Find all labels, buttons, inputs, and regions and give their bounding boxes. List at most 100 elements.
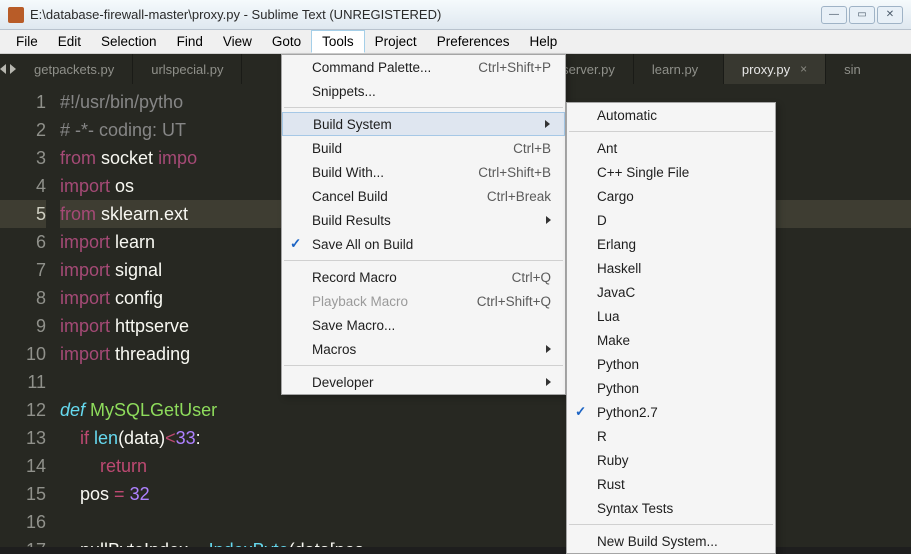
menu-item-label: Cargo <box>597 189 761 204</box>
window-title: E:\database-firewall-master\proxy.py - S… <box>30 7 821 22</box>
shortcut-label: Ctrl+Shift+P <box>478 60 551 75</box>
line-number: 10 <box>0 340 46 368</box>
build-system-item[interactable]: R <box>567 424 775 448</box>
tab-label: sin <box>844 62 861 77</box>
maximize-button[interactable]: ▭ <box>849 6 875 24</box>
menu-item-label: Automatic <box>597 108 761 123</box>
minimize-button[interactable]: — <box>821 6 847 24</box>
tools-menu-item[interactable]: Command Palette...Ctrl+Shift+P <box>282 55 565 79</box>
menu-item-label: Save All on Build <box>312 237 551 252</box>
tools-menu-item[interactable]: Cancel BuildCtrl+Break <box>282 184 565 208</box>
line-number: 11 <box>0 368 46 396</box>
tab-urlspecial.py[interactable]: urlspecial.py <box>133 54 242 84</box>
app-icon <box>8 7 24 23</box>
tools-menu-dropdown: Command Palette...Ctrl+Shift+P Snippets..… <box>281 54 566 395</box>
menu-item-label: Ruby <box>597 453 761 468</box>
tab-nav-arrows[interactable] <box>0 54 16 84</box>
tools-menu-item: Playback Macro Ctrl+Shift+Q <box>282 289 565 313</box>
build-system-item[interactable]: New Build System... <box>567 529 775 553</box>
tools-menu-item[interactable]: Save Macro... <box>282 313 565 337</box>
shortcut-label: Ctrl+Break <box>487 189 551 204</box>
menu-item-label: Playback Macro <box>312 294 447 309</box>
close-icon[interactable]: × <box>800 62 807 76</box>
menu-preferences[interactable]: Preferences <box>427 30 520 53</box>
build-system-item[interactable]: Lua <box>567 304 775 328</box>
menu-help[interactable]: Help <box>520 30 568 53</box>
line-number: 2 <box>0 116 46 144</box>
code-line[interactable]: nullByteIndex = IndexByte(data[pos <box>60 536 911 547</box>
menu-separator <box>284 260 563 261</box>
menu-tools[interactable]: Tools <box>311 30 365 53</box>
menu-item-label: Python2.7 <box>597 405 761 420</box>
tools-menu-item[interactable]: Developer <box>282 370 565 394</box>
tab-getpackets.py[interactable]: getpackets.py <box>16 54 133 84</box>
build-system-item[interactable]: Ant <box>567 136 775 160</box>
tools-menu-item[interactable]: BuildCtrl+B <box>282 136 565 160</box>
menu-item-label: Save Macro... <box>312 318 551 333</box>
build-system-item[interactable]: Rust <box>567 472 775 496</box>
build-system-item[interactable]: Python <box>567 376 775 400</box>
line-number: 15 <box>0 480 46 508</box>
submenu-arrow-icon <box>546 345 551 353</box>
menu-goto[interactable]: Goto <box>262 30 311 53</box>
code-line[interactable]: return <box>60 452 911 480</box>
menu-view[interactable]: View <box>213 30 262 53</box>
menu-selection[interactable]: Selection <box>91 30 167 53</box>
tools-menu-item[interactable]: Record MacroCtrl+Q <box>282 265 565 289</box>
line-number: 8 <box>0 284 46 312</box>
menu-item-label: D <box>597 213 761 228</box>
build-system-item[interactable]: ✓Python2.7 <box>567 400 775 424</box>
build-system-item[interactable]: Cargo <box>567 184 775 208</box>
build-system-item[interactable]: Automatic <box>567 103 775 127</box>
tools-menu-item[interactable]: ✓Save All on Build <box>282 232 565 256</box>
code-line[interactable]: if len(data)<33: <box>60 424 911 452</box>
build-system-item[interactable]: D <box>567 208 775 232</box>
code-line[interactable]: pos = 32 <box>60 480 911 508</box>
build-system-item[interactable]: Make <box>567 328 775 352</box>
tools-menu-item[interactable]: Build Results <box>282 208 565 232</box>
build-system-item[interactable]: Ruby <box>567 448 775 472</box>
menu-item-label: Haskell <box>597 261 761 276</box>
menu-find[interactable]: Find <box>167 30 213 53</box>
menu-item-label: C++ Single File <box>597 165 761 180</box>
menubar: FileEditSelectionFindViewGotoToolsProjec… <box>0 30 911 54</box>
menu-item-label: Build With... <box>312 165 448 180</box>
tab-sin[interactable]: sin <box>826 54 911 84</box>
line-number: 4 <box>0 172 46 200</box>
build-system-item[interactable]: Haskell <box>567 256 775 280</box>
menu-item-label: Snippets... <box>312 84 551 99</box>
menu-separator <box>284 107 563 108</box>
build-system-item[interactable]: C++ Single File <box>567 160 775 184</box>
submenu-arrow-icon <box>545 120 550 128</box>
menu-project[interactable]: Project <box>365 30 427 53</box>
tools-menu-item[interactable]: Snippets... <box>282 79 565 103</box>
line-number: 7 <box>0 256 46 284</box>
tab-learn.py[interactable]: learn.py <box>634 54 724 84</box>
build-system-item[interactable]: Erlang <box>567 232 775 256</box>
build-system-submenu: Automatic Ant C++ Single File Cargo D Erlang H… <box>566 102 776 554</box>
tab-label: getpackets.py <box>34 62 114 77</box>
code-line[interactable]: def MySQLGetUser <box>60 396 911 424</box>
build-system-item[interactable]: Syntax Tests <box>567 496 775 520</box>
build-system-item[interactable]: Python <box>567 352 775 376</box>
menu-file[interactable]: File <box>6 30 48 53</box>
menu-edit[interactable]: Edit <box>48 30 91 53</box>
menu-item-label: Developer <box>312 375 526 390</box>
menu-item-label: Python <box>597 381 761 396</box>
line-number: 5 <box>0 200 46 228</box>
build-system-item[interactable]: JavaC <box>567 280 775 304</box>
menu-item-label: Build System <box>313 117 525 132</box>
close-window-button[interactable]: ✕ <box>877 6 903 24</box>
tab-label: urlspecial.py <box>151 62 223 77</box>
tools-menu-item[interactable]: Build System <box>282 112 565 136</box>
menu-item-label: Make <box>597 333 761 348</box>
shortcut-label: Ctrl+Shift+Q <box>477 294 551 309</box>
menu-item-label: Build <box>312 141 483 156</box>
tools-menu-item[interactable]: Macros <box>282 337 565 361</box>
tab-proxy.py[interactable]: proxy.py× <box>724 54 826 84</box>
menu-item-label: Rust <box>597 477 761 492</box>
tools-menu-item[interactable]: Build With...Ctrl+Shift+B <box>282 160 565 184</box>
line-number: 14 <box>0 452 46 480</box>
menu-item-label: New Build System... <box>597 534 761 549</box>
code-line[interactable] <box>60 508 911 536</box>
